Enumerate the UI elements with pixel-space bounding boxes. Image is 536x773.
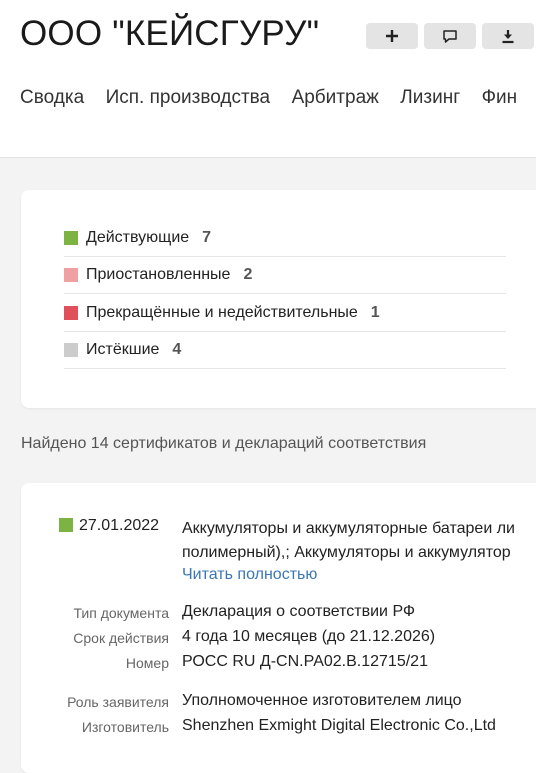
read-more-link[interactable]: Читать полностью [182,566,317,584]
manufacturer-value: Shenzhen Exmight Digital Electronic Co.,… [182,717,496,734]
status-swatch [64,230,78,245]
status-label: Действующие [86,228,190,246]
validity-value: 4 года 10 месяцев (до 21.12.2026) [182,628,436,645]
comment-icon [443,29,457,43]
document-type-value: Декларация о соответствии РФ [182,603,416,620]
status-swatch [64,305,78,320]
applicant-role-value: Уполномоченное изготовителем лицо [182,692,462,709]
status-swatch [64,342,78,357]
download-icon [502,29,514,43]
description-line: полимерный),; Аккумуляторы и аккумулятор [182,544,511,561]
status-swatch [59,518,73,532]
number-value: РОСС RU Д-CN.РА02.В.12715/21 [182,653,428,670]
number-label: Номер [125,655,169,671]
description-line: Аккумуляторы и аккумуляторные батареи ли [182,520,515,537]
tab-summary[interactable]: Сводка [20,87,84,109]
status-label: Приостановленные [86,265,231,283]
tab-enforcement-proceedings[interactable]: Исп. производства [106,87,271,109]
page-header: ООО "КЕЙСГУРУ" Сводка Исп. производства … [0,0,536,158]
document-type-label: Тип документа [73,605,170,621]
status-count: 2 [243,265,253,283]
certificate-card: 27.01.2022 Аккумуляторы и аккумуляторные… [21,483,536,773]
status-count: 7 [202,228,212,246]
status-swatch [64,267,78,282]
status-filter-terminated[interactable]: Прекращённые и недействительные 1 [64,294,506,332]
comment-button[interactable] [424,23,476,49]
status-count: 1 [370,303,380,321]
tab-arbitration[interactable]: Арбитраж [292,87,379,109]
company-title: ООО "КЕЙСГУРУ" [20,14,320,53]
status-count: 4 [172,340,182,358]
status-label: Прекращённые и недействительные [86,303,358,321]
status-filter-suspended[interactable]: Приостановленные 2 [64,256,506,294]
status-filter-active[interactable]: Действующие 7 [64,219,506,257]
status-label: Истёкшие [86,340,160,358]
plus-icon [386,30,398,42]
certificate-description: Аккумуляторы и аккумуляторные батареи ли… [182,517,536,567]
tab-leasing[interactable]: Лизинг [400,87,460,109]
download-button[interactable] [482,23,534,49]
validity-label: Срок действия [73,630,169,646]
applicant-role-label: Роль заявителя [67,694,169,710]
certificate-date: 27.01.2022 [79,517,160,534]
status-filter-expired[interactable]: Истёкшие 4 [64,331,506,369]
results-count-text: Найдено 14 сертификатов и деклараций соо… [21,435,427,452]
add-button[interactable] [366,23,418,49]
certificate-status-summary: Действующие 7 Приостановленные 2 Прекращ… [21,190,536,408]
section-tabs: Сводка Исп. производства Арбитраж Лизинг… [20,87,534,109]
tab-finance[interactable]: Фин [482,87,518,109]
manufacturer-label: Изготовитель [81,719,169,735]
